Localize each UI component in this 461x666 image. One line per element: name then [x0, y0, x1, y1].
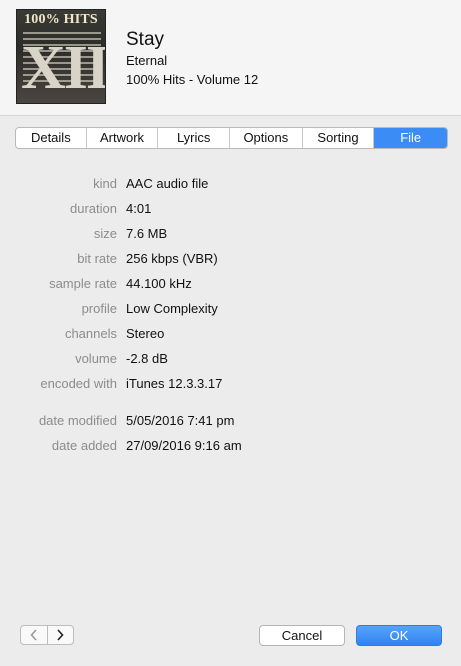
tab-file[interactable]: File — [374, 128, 447, 148]
file-row-bit-rate: bit rate 256 kbps (VBR) — [0, 251, 461, 269]
file-panel: kind AAC audio file duration 4:01 size 7… — [0, 160, 461, 610]
channels-value: Stereo — [126, 326, 165, 341]
duration-label: duration — [70, 201, 117, 216]
info-tabs: Details Artwork Lyrics Options Sorting F… — [15, 127, 448, 149]
artwork-title-text: 100% HITS — [24, 12, 98, 27]
size-label: size — [93, 226, 117, 241]
file-row-sample-rate: sample rate 44.100 kHz — [0, 276, 461, 294]
profile-value: Low Complexity — [126, 301, 218, 316]
next-track-button[interactable] — [46, 626, 74, 644]
track-artist: Eternal — [126, 53, 168, 68]
date-added-label: date added — [51, 438, 117, 453]
track-header: XII 100% HITS Stay Eternal 100% Hits - V… — [0, 0, 461, 116]
file-row-date-added: date added 27/09/2016 9:16 am — [0, 438, 461, 456]
file-row-date-modified: date modified 5/05/2016 7:41 pm — [0, 413, 461, 431]
bit-rate-value: 256 kbps (VBR) — [126, 251, 218, 266]
channels-label: channels — [64, 326, 117, 341]
tab-lyrics[interactable]: Lyrics — [158, 128, 231, 148]
tab-sorting[interactable]: Sorting — [303, 128, 375, 148]
volume-value: -2.8 dB — [126, 351, 168, 366]
encoded-with-label: encoded with — [40, 376, 117, 391]
profile-label: profile — [81, 301, 117, 316]
file-row-size: size 7.6 MB — [0, 226, 461, 244]
track-navigation — [20, 625, 74, 645]
track-title: Stay — [126, 29, 165, 50]
encoded-with-value: iTunes 12.3.3.17 — [126, 376, 223, 391]
date-modified-label: date modified — [38, 413, 117, 428]
album-artwork[interactable]: XII 100% HITS — [16, 9, 106, 104]
track-album: 100% Hits - Volume 12 — [126, 72, 259, 87]
file-row-kind: kind AAC audio file — [0, 176, 461, 194]
duration-value: 4:01 — [126, 201, 152, 216]
file-row-profile: profile Low Complexity — [0, 301, 461, 319]
ok-button[interactable]: OK — [356, 625, 442, 646]
date-modified-value: 5/05/2016 7:41 pm — [126, 413, 235, 428]
file-row-volume: volume -2.8 dB — [0, 351, 461, 369]
previous-track-button[interactable] — [21, 626, 47, 644]
bit-rate-label: bit rate — [77, 251, 117, 266]
tab-artwork[interactable]: Artwork — [87, 128, 159, 148]
kind-label: kind — [93, 176, 117, 191]
sample-rate-value: 44.100 kHz — [126, 276, 192, 291]
chevron-right-icon — [57, 629, 64, 641]
artwork-numeral: XII — [21, 34, 106, 102]
file-row-encoded-with: encoded with iTunes 12.3.3.17 — [0, 376, 461, 394]
tab-details[interactable]: Details — [16, 128, 87, 148]
volume-label: volume — [75, 351, 117, 366]
sample-rate-label: sample rate — [49, 276, 117, 291]
kind-value: AAC audio file — [126, 176, 209, 191]
tab-options[interactable]: Options — [230, 128, 303, 148]
date-added-value: 27/09/2016 9:16 am — [126, 438, 242, 453]
size-value: 7.6 MB — [126, 226, 168, 241]
chevron-left-icon — [30, 629, 37, 641]
file-row-duration: duration 4:01 — [0, 201, 461, 219]
cancel-button[interactable]: Cancel — [259, 625, 345, 646]
file-row-channels: channels Stereo — [0, 326, 461, 344]
